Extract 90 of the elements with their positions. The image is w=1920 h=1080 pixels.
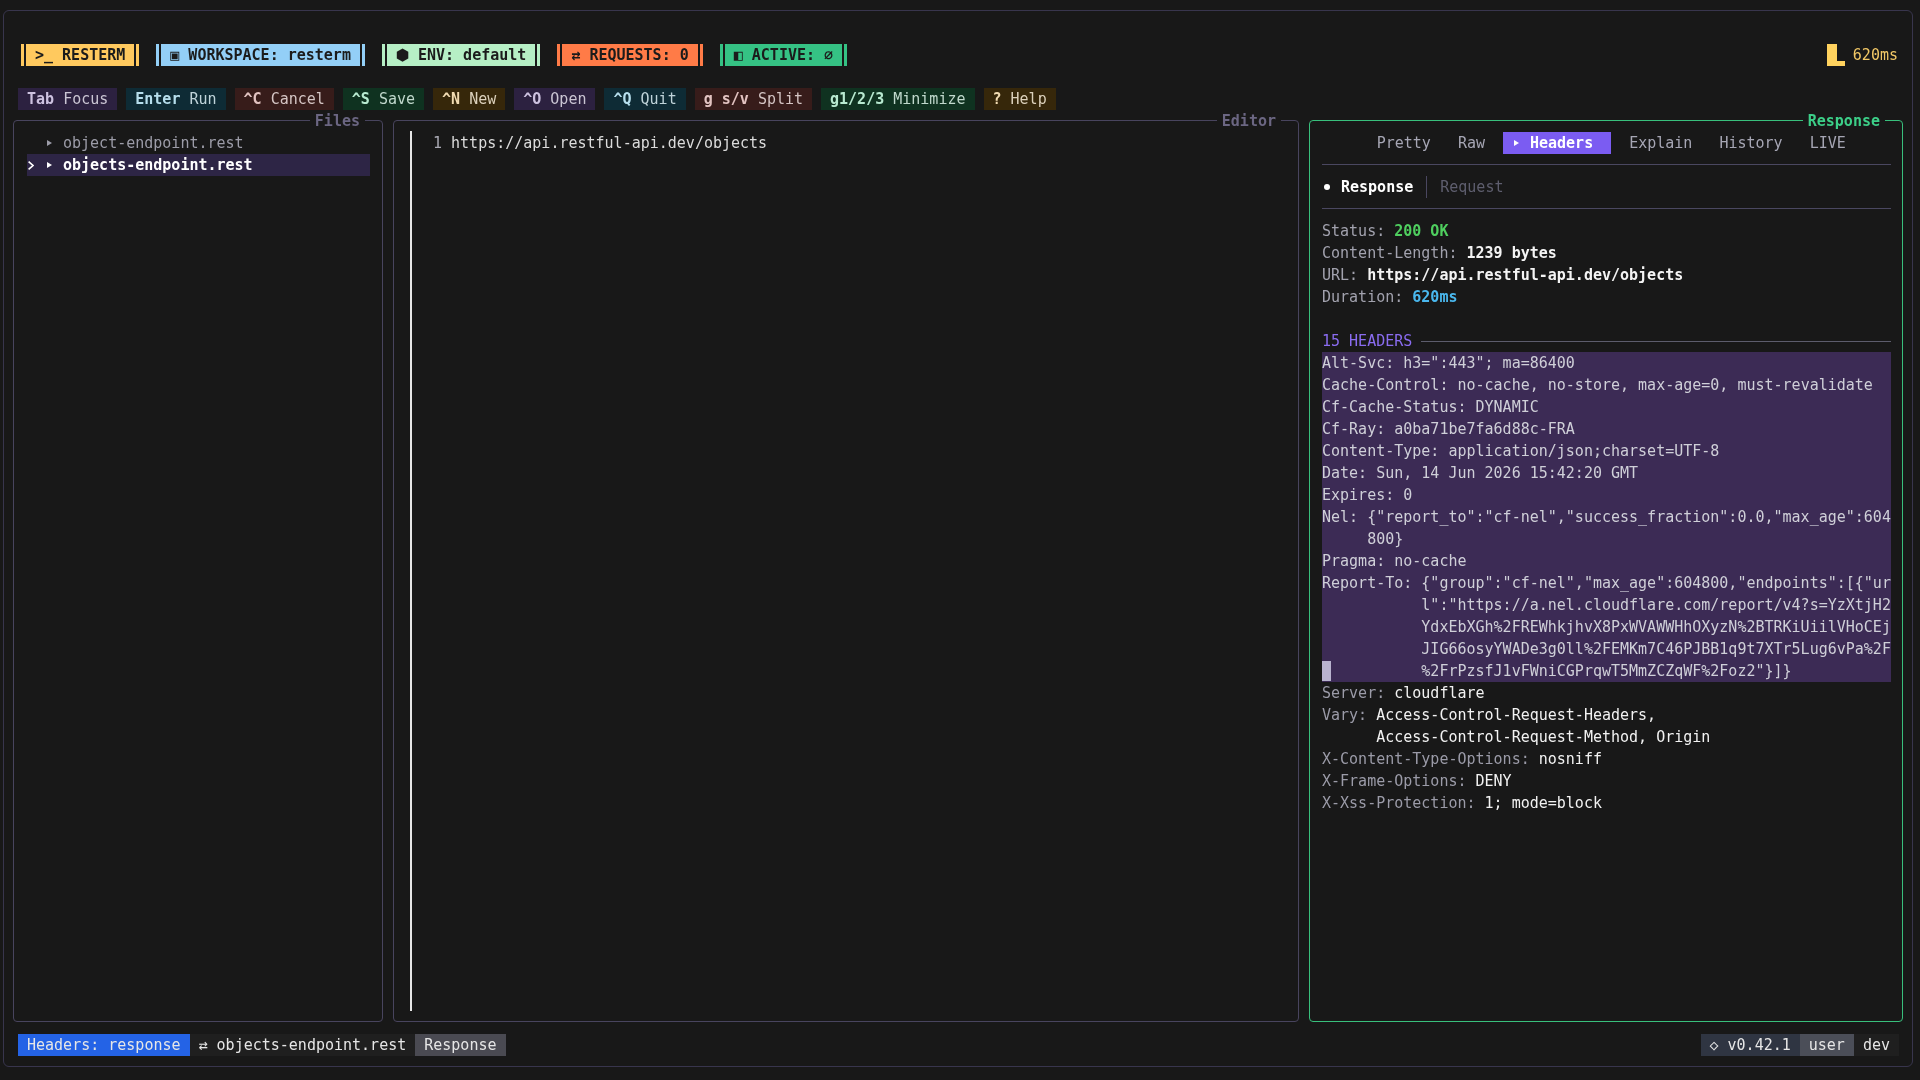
- chevron-icon: [28, 160, 34, 170]
- shortcut-hint: ^C Cancel: [234, 88, 334, 110]
- file-item[interactable]: object-endpoint.rest: [27, 132, 370, 154]
- header-row[interactable]: Expires: 0: [1322, 484, 1892, 506]
- shortcut-hint: Enter Run: [126, 88, 226, 110]
- header-value: DENY: [1475, 771, 1513, 792]
- shortcut-hint: g s/v Split: [694, 88, 813, 110]
- shortcut-hint: ^O Open: [514, 88, 596, 110]
- header-value: 1; mode=block: [1484, 793, 1603, 814]
- status-segment: dev: [1853, 1034, 1899, 1056]
- status-badge: ⇄ REQUESTS: 0: [557, 44, 703, 66]
- shortcut-hint: g1/2/3 Minimize: [821, 88, 975, 110]
- header-name: Pragma:: [1322, 551, 1386, 572]
- header-name: X-Content-Type-Options:: [1322, 749, 1530, 770]
- view-toggle[interactable]: Response: [1322, 176, 1414, 198]
- header-name: Nel:: [1322, 507, 1359, 528]
- field-value: https://api.restful-api.dev/objects: [1367, 265, 1684, 286]
- caret-icon: [47, 140, 52, 146]
- triangle-icon: [1513, 140, 1519, 146]
- header-row[interactable]: Content-Type: application/json;charset=UTF-8: [1322, 440, 1892, 462]
- header-value: no-cache, no-store, max-age=0, must-revalidate: [1457, 375, 1874, 396]
- header-name: Report-To:: [1322, 573, 1413, 594]
- status-segment: ◇ v0.42.1: [1700, 1034, 1800, 1056]
- header-value: 0: [1403, 485, 1414, 506]
- file-item[interactable]: objects-endpoint.rest: [27, 154, 370, 176]
- header-row[interactable]: Server: cloudflare: [1322, 682, 1892, 704]
- status-badge: >_ RESTERM: [21, 44, 140, 66]
- header-name: Cache-Control:: [1322, 375, 1449, 396]
- field-label: Content-Length:: [1322, 243, 1458, 264]
- status-badge: ▣ WORKSPACE: resterm: [156, 44, 365, 66]
- status-segment: ⇄ objects-endpoint.rest: [189, 1034, 416, 1056]
- header-name: X-Frame-Options:: [1322, 771, 1467, 792]
- text-cursor: [1322, 661, 1331, 681]
- status-badge: ◧ ACTIVE: ∅: [719, 44, 848, 66]
- header-value: nosniff: [1538, 749, 1603, 770]
- status-segment: Headers: response: [18, 1034, 190, 1056]
- shortcut-hint: ^Q Quit: [604, 88, 686, 110]
- header-value: DYNAMIC: [1475, 397, 1540, 418]
- header-value: a0ba71be7fa6d88c-FRA: [1394, 419, 1576, 440]
- header-name: Alt-Svc:: [1322, 353, 1395, 374]
- shortcut-hint: ^N New: [433, 88, 506, 110]
- header-row[interactable]: X-Xss-Protection: 1; mode=block: [1322, 792, 1892, 814]
- field-value: 620ms: [1412, 287, 1458, 308]
- status-badge: ⬢ ENV: default: [381, 44, 541, 66]
- dot-icon: [1324, 184, 1330, 190]
- shortcut-hint: Tab Focus: [18, 88, 118, 110]
- header-name: Content-Type:: [1322, 441, 1440, 462]
- tab[interactable]: Raw: [1448, 132, 1494, 154]
- tab[interactable]: History: [1710, 132, 1792, 154]
- status-segment: Response: [415, 1034, 506, 1056]
- header-value: no-cache: [1394, 551, 1468, 572]
- header-value: Sun, 14 Jun 2026 15:42:20 GMT: [1376, 463, 1640, 484]
- line-number: 1: [433, 134, 443, 152]
- code-line: https://api.restful-api.dev/objects: [451, 134, 768, 152]
- tab[interactable]: Headers: [1502, 132, 1612, 154]
- header-row[interactable]: Date: Sun, 14 Jun 2026 15:42:20 GMT: [1322, 462, 1892, 484]
- header-name: X-Xss-Protection:: [1322, 793, 1476, 814]
- header-row[interactable]: Pragma: no-cache: [1322, 550, 1892, 572]
- header-row[interactable]: Cf-Ray: a0ba71be7fa6d88c-FRA: [1322, 418, 1892, 440]
- header-row[interactable]: X-Content-Type-Options: nosniff: [1322, 748, 1892, 770]
- field-label: Status:: [1322, 221, 1386, 242]
- header-name: Cf-Cache-Status:: [1322, 397, 1467, 418]
- header-row[interactable]: [1322, 572, 1892, 682]
- caret-icon: [47, 162, 52, 168]
- header-name: Server:: [1322, 683, 1386, 704]
- sparkline-icon: [1826, 44, 1845, 66]
- field-value: 1239 bytes: [1466, 243, 1557, 264]
- field-label: URL:: [1322, 265, 1359, 286]
- header-name: Expires:: [1322, 485, 1395, 506]
- header-row[interactable]: Cache-Control: no-cache, no-store, max-age=0, must-revalidate: [1322, 374, 1892, 396]
- field-value: 200 OK: [1394, 221, 1449, 242]
- section-heading: 15 HEADERS: [1322, 331, 1413, 352]
- header-name: Cf-Ray:: [1322, 419, 1386, 440]
- header-name: Vary:: [1322, 705, 1368, 726]
- tab[interactable]: Pretty: [1367, 132, 1440, 154]
- header-value: application/json;charset=UTF-8: [1448, 441, 1721, 462]
- header-name: Date:: [1322, 463, 1368, 484]
- header-value: {"group":"cf-nel","max_age":604800,"endpoints":[{"url":"https://a.nel.cloudflare.com/report/v4?s=YzXtjH2YdxEbXGh%2FREWhkjhvX8PxWVAWWHhOXyzN%2BTRKiUiilVHoCEjJIG66osyYWADe3g0ll%2FEMKm7C46PJBB1q9t7XTr5Lug6vPa%2F%2FrPzsfJ1vFWniCGPrqwT5MmZCZqWF%2Foz2"}]}: [1421, 573, 1892, 682]
- tab[interactable]: LIVE: [1800, 132, 1855, 154]
- field-label: Duration:: [1322, 287, 1404, 308]
- header-value: h3=":443"; ma=86400: [1403, 353, 1576, 374]
- header-value: cloudflare: [1394, 683, 1486, 704]
- header-row[interactable]: Cf-Cache-Status: DYNAMIC: [1322, 396, 1892, 418]
- header-row[interactable]: Alt-Svc: h3=":443"; ma=86400: [1322, 352, 1892, 374]
- status-segment: user: [1799, 1034, 1854, 1056]
- header-row[interactable]: X-Frame-Options: DENY: [1322, 770, 1892, 792]
- tab[interactable]: Explain: [1620, 132, 1702, 154]
- shortcut-hint: ? Help: [983, 88, 1056, 110]
- shortcut-hint: ^S Save: [342, 88, 425, 110]
- latency-value: 620ms: [1852, 45, 1898, 66]
